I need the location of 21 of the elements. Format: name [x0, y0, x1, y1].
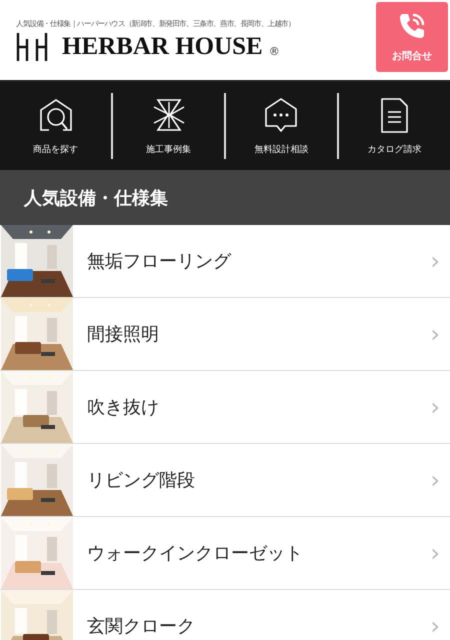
chevron-icon: ›	[430, 395, 440, 419]
nav-link[interactable]: 施工事例集	[112, 96, 224, 156]
list-item-link[interactable]: 間接照明	[87, 322, 430, 346]
chevron-icon: ›	[430, 322, 440, 346]
section-title: 人気設備・仕様集	[0, 170, 450, 225]
list-item-link[interactable]: リビング階段	[87, 468, 430, 492]
nav-link[interactable]: カタログ請求	[338, 96, 450, 156]
chevron-icon: ›	[430, 541, 440, 565]
list-item-link[interactable]: 無垢フローリング	[87, 249, 430, 273]
phone-icon	[397, 11, 427, 41]
nav-link[interactable]: 無料設計相談	[226, 96, 338, 156]
list-item-link[interactable]: 吹き抜け	[87, 395, 430, 419]
list-item-link[interactable]: 玄関クローク	[87, 614, 430, 638]
chevron-icon: ›	[430, 249, 440, 273]
list-item-link[interactable]: ウォークインクローゼット	[87, 541, 430, 565]
nav-link[interactable]: 商品を探す	[0, 96, 112, 156]
chevron-icon: ›	[430, 468, 440, 492]
registered-mark: ®	[268, 44, 280, 58]
logo-mark-icon	[16, 33, 48, 61]
chevron-icon: ›	[430, 614, 440, 638]
logo-text[interactable]: HERBAR HOUSE	[62, 33, 263, 61]
